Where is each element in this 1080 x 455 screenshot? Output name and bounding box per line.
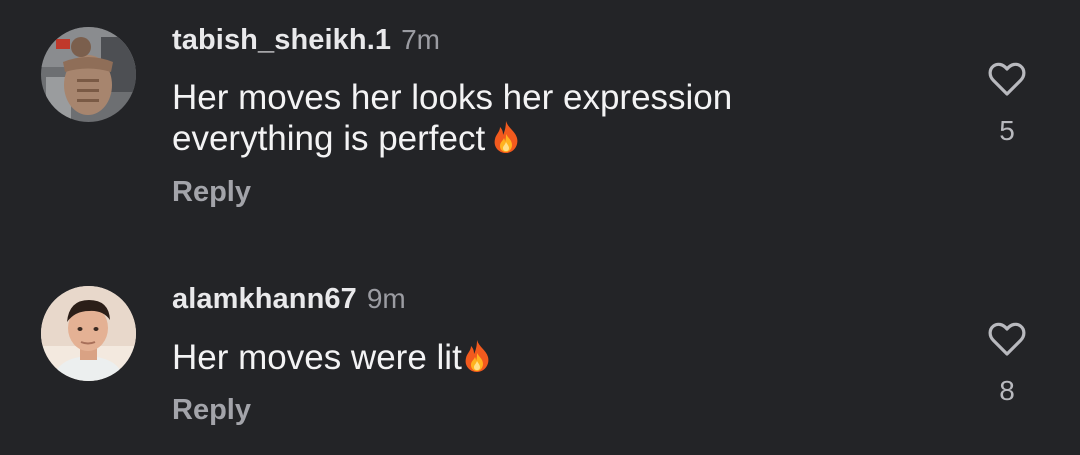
comment-text-content: Her moves were lit [172,338,462,377]
fire-emoji-icon [462,339,492,382]
comment-text: Her moves were lit [172,337,872,382]
username[interactable]: alamkhann67 [172,283,357,315]
like-button[interactable]: 8 [980,321,1034,407]
avatar[interactable] [41,27,136,122]
like-button[interactable]: 5 [980,61,1034,147]
like-count: 8 [999,375,1015,406]
reply-button[interactable]: Reply [172,394,251,427]
fire-emoji-icon [491,120,521,163]
comment-item: tabish_sheikh.1 7m Her moves her looks he… [0,0,1080,208]
timestamp: 7m [401,24,440,55]
heart-outline-icon [988,62,1026,96]
comment-text: Her moves her looks her expression every… [172,77,872,163]
like-count: 5 [999,115,1015,146]
comment-meta: alamkhann67 9m [172,283,406,316]
avatar[interactable] [41,286,136,381]
avatar-image [41,286,136,381]
comment-text-content: Her moves her looks her expression every… [172,78,733,158]
heart-outline-icon [988,322,1026,356]
avatar-image [41,27,136,122]
reply-button[interactable]: Reply [172,176,251,209]
timestamp: 9m [366,283,406,314]
comment-meta: tabish_sheikh.1 7m [172,24,440,57]
comment-item: alamkhann67 9m Her moves were lit Reply 8 [0,255,1080,455]
username[interactable]: tabish_sheikh.1 [172,24,391,56]
